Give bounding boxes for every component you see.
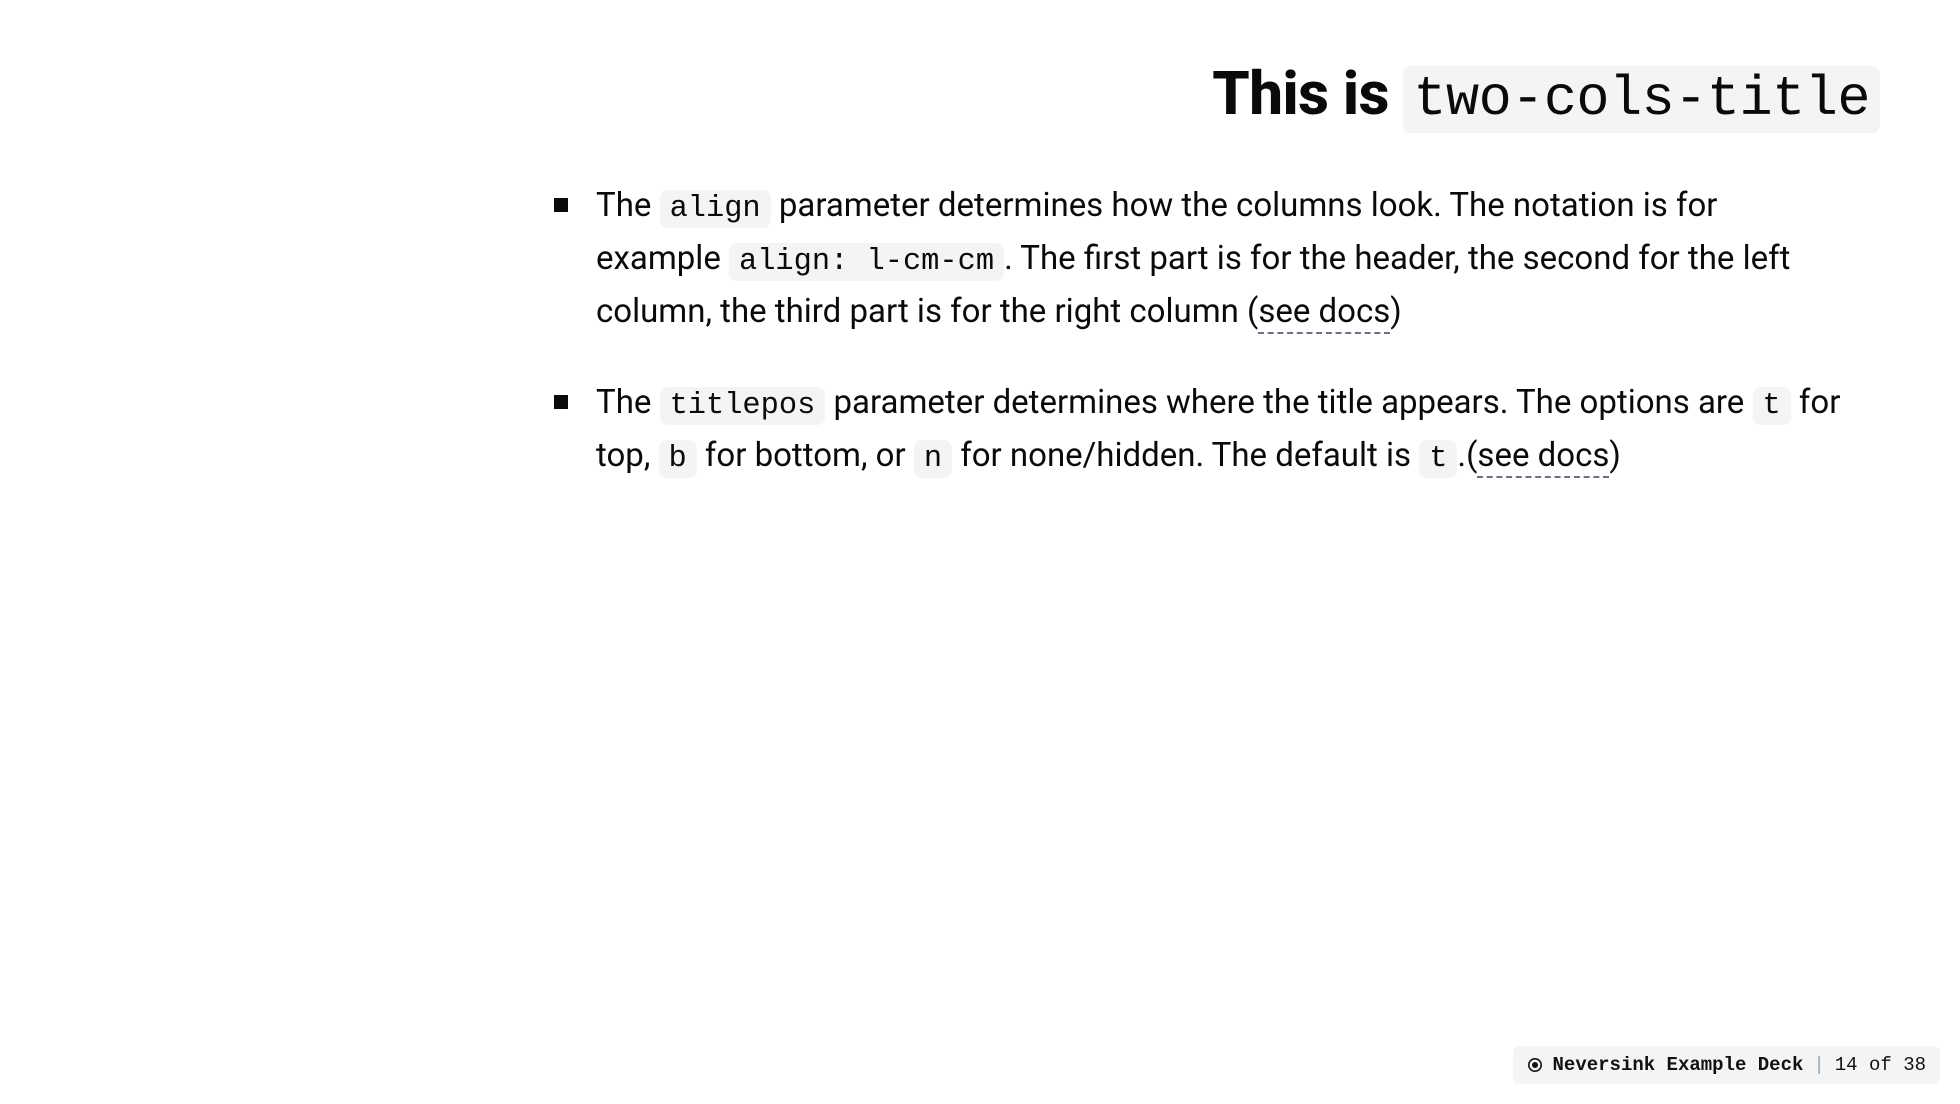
text: The bbox=[596, 186, 660, 225]
see-docs-link[interactable]: see docs bbox=[1477, 436, 1609, 478]
text: .( bbox=[1457, 436, 1477, 475]
slide-content: The align parameter determines how the c… bbox=[554, 180, 1844, 523]
slide-title: This is two-cols-title bbox=[1212, 58, 1880, 131]
deck-name: Neversink Example Deck bbox=[1553, 1054, 1804, 1076]
text: ) bbox=[1609, 436, 1621, 475]
text: for bottom, or bbox=[697, 436, 914, 475]
text: ) bbox=[1390, 292, 1402, 331]
code-titlepos: titlepos bbox=[660, 387, 826, 425]
code-t: t bbox=[1753, 387, 1791, 425]
bullet-list: The align parameter determines how the c… bbox=[554, 180, 1844, 483]
title-prefix: This is bbox=[1212, 58, 1403, 129]
title-code: two-cols-title bbox=[1403, 66, 1880, 133]
list-item: The titlepos parameter determines where … bbox=[554, 377, 1844, 483]
code-align: align bbox=[660, 190, 771, 228]
slide-footer: Neversink Example Deck | 14 of 38 bbox=[1513, 1046, 1940, 1084]
code-n: n bbox=[914, 440, 952, 478]
text: The bbox=[596, 383, 660, 422]
code-align-example: align: l-cm-cm bbox=[729, 243, 1004, 281]
record-icon bbox=[1527, 1057, 1543, 1073]
code-t-default: t bbox=[1419, 440, 1457, 478]
text: for none/hidden. The default is bbox=[952, 436, 1419, 475]
code-b: b bbox=[659, 440, 697, 478]
see-docs-link[interactable]: see docs bbox=[1258, 292, 1390, 334]
slide: This is two-cols-title The align paramet… bbox=[0, 0, 1960, 1104]
text: parameter determines where the title app… bbox=[825, 383, 1752, 422]
separator: | bbox=[1813, 1054, 1824, 1076]
page-counter: 14 of 38 bbox=[1835, 1054, 1926, 1076]
list-item: The align parameter determines how the c… bbox=[554, 180, 1844, 337]
